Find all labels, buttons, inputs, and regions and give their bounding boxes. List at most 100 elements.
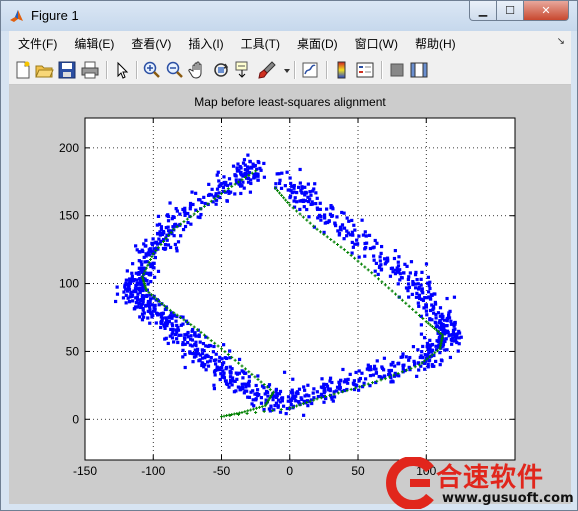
- scan-point: [278, 410, 283, 414]
- scan-point: [277, 181, 282, 186]
- scan-point: [414, 286, 418, 290]
- scan-point: [413, 273, 418, 277]
- brush-dropdown-icon[interactable]: [277, 60, 290, 80]
- scan-point: [396, 361, 400, 366]
- scan-point: [163, 242, 168, 247]
- zoom-out-icon[interactable]: [165, 60, 185, 80]
- menu-tools[interactable]: 工具(T): [232, 35, 288, 52]
- scan-point: [438, 306, 443, 310]
- scan-point: [392, 256, 397, 261]
- scan-point: [213, 373, 217, 377]
- zoom-in-icon[interactable]: [142, 60, 162, 80]
- scan-point: [130, 271, 134, 275]
- scan-point: [131, 262, 135, 266]
- new-figure-icon[interactable]: [13, 60, 33, 80]
- scan-point: [207, 182, 211, 186]
- scan-point: [360, 218, 364, 222]
- scan-point: [428, 296, 432, 301]
- pan-hand-icon[interactable]: [188, 60, 208, 80]
- print-icon[interactable]: [80, 60, 100, 80]
- scan-point: [278, 178, 282, 182]
- scan-point: [428, 286, 432, 291]
- scan-point: [193, 348, 197, 352]
- figure-window: Figure 1 ▁ ☐ ✕ 文件(F) 编辑(E) 查看(V) 插入(I) 工…: [0, 0, 578, 511]
- hide-plot-tools-icon[interactable]: [387, 60, 407, 80]
- scatter-plot[interactable]: -150 -100 -50 0 50 100050100150200: [9, 85, 571, 504]
- scan-point: [309, 193, 313, 197]
- menu-edit[interactable]: 编辑(E): [65, 35, 122, 52]
- data-cursor-icon[interactable]: [234, 60, 254, 80]
- menu-desktop[interactable]: 桌面(D): [288, 35, 346, 52]
- scan-point: [166, 214, 171, 219]
- scan-point: [328, 387, 332, 391]
- scan-point: [155, 231, 160, 236]
- scan-point: [224, 379, 228, 383]
- scan-point: [406, 277, 410, 282]
- figure-client-area: 文件(F) 编辑(E) 查看(V) 插入(I) 工具(T) 桌面(D) 窗口(W…: [9, 31, 571, 504]
- scan-point: [292, 183, 296, 188]
- menu-window[interactable]: 窗口(W): [346, 35, 406, 52]
- scan-point: [228, 370, 232, 374]
- minimize-button[interactable]: ▁: [469, 1, 497, 21]
- scan-point: [208, 359, 212, 363]
- menu-overflow-icon[interactable]: ↘: [557, 36, 565, 47]
- scan-point: [227, 177, 232, 181]
- scan-point: [408, 271, 412, 275]
- scan-point: [222, 343, 226, 347]
- scan-point: [166, 219, 171, 223]
- scan-point: [302, 413, 306, 417]
- scan-point: [259, 401, 264, 405]
- close-button[interactable]: ✕: [523, 1, 569, 21]
- scan-point: [306, 182, 310, 186]
- menu-file[interactable]: 文件(F): [9, 35, 65, 52]
- scan-point: [300, 185, 304, 189]
- scan-point: [313, 182, 317, 186]
- scan-point: [135, 298, 140, 302]
- menu-help[interactable]: 帮助(H): [406, 35, 464, 52]
- legend-icon[interactable]: [355, 60, 375, 80]
- scan-point: [378, 259, 382, 263]
- brush-icon[interactable]: [257, 60, 277, 80]
- scan-point: [151, 261, 155, 265]
- link-plot-icon[interactable]: [300, 60, 320, 80]
- scan-point: [292, 199, 296, 203]
- scan-point: [256, 374, 260, 378]
- save-icon[interactable]: [57, 60, 77, 80]
- scan-point: [216, 170, 220, 174]
- scan-point: [166, 341, 170, 346]
- scan-point: [371, 246, 375, 250]
- show-plot-tools-icon[interactable]: [409, 60, 429, 80]
- scan-point: [319, 214, 323, 219]
- scan-point: [401, 363, 405, 368]
- menu-view[interactable]: 查看(V): [122, 35, 179, 52]
- scan-point: [181, 348, 185, 352]
- scan-point: [306, 383, 310, 387]
- scan-point: [281, 404, 286, 408]
- rotate-3d-icon[interactable]: [211, 60, 231, 80]
- title-bar[interactable]: Figure 1 ▁ ☐ ✕: [1, 1, 577, 31]
- open-file-icon[interactable]: [34, 60, 54, 80]
- figure-toolbar: [9, 56, 571, 85]
- scan-point: [449, 322, 454, 326]
- scan-point: [328, 376, 333, 380]
- scan-point: [194, 352, 198, 356]
- x-tick-label: -100: [141, 464, 165, 478]
- scan-point: [426, 290, 431, 294]
- scan-point: [419, 277, 423, 281]
- scan-point: [412, 359, 416, 363]
- maximize-button[interactable]: ☐: [496, 1, 524, 21]
- colorbar-icon[interactable]: [332, 60, 352, 80]
- scan-point: [311, 189, 315, 193]
- menu-insert[interactable]: 插入(I): [179, 35, 231, 52]
- scan-point: [432, 364, 436, 368]
- scan-point: [137, 250, 141, 254]
- scan-point: [183, 365, 187, 370]
- scan-point: [375, 359, 379, 363]
- scan-point: [217, 184, 221, 189]
- select-arrow-icon[interactable]: [112, 60, 132, 80]
- scan-point: [390, 379, 394, 383]
- scan-point: [190, 329, 194, 333]
- scan-point: [450, 338, 454, 343]
- scan-point: [341, 367, 345, 372]
- scan-point: [175, 337, 179, 341]
